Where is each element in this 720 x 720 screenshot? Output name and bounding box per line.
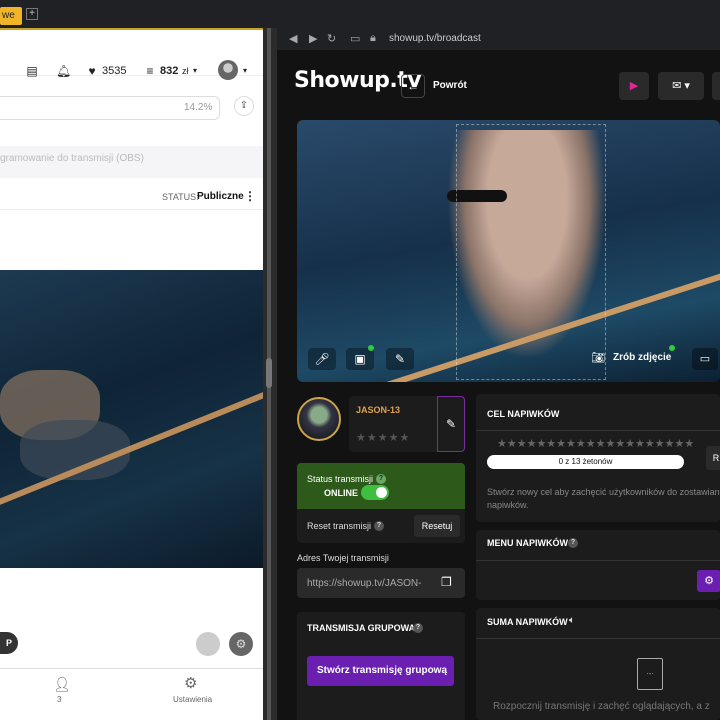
active-indicator [368, 345, 374, 351]
browser-topbar [0, 0, 720, 28]
gear-icon[interactable]: ⚙ [229, 632, 253, 656]
tips-menu-settings-icon[interactable]: ⚙ [697, 570, 720, 592]
tips-menu-title: MENU NAPIWKÓW [487, 538, 568, 548]
tips-goal-title: CEL NAPIWKÓW [487, 409, 560, 419]
divider [476, 430, 720, 431]
tips-goal-description: Stwórz nowy cel aby zachęcić użytkownikó… [487, 487, 720, 510]
reload-icon[interactable]: ↻ [327, 32, 336, 45]
avatar-chevron-icon[interactable]: ▾ [243, 66, 247, 75]
profile-rating: ★★★★★ [356, 432, 411, 444]
back-label[interactable]: Powrót [433, 80, 467, 91]
online-label: ONLINE [324, 488, 359, 498]
share-icon[interactable]: ⇪ [234, 96, 254, 116]
browser-tab[interactable]: we [0, 7, 22, 25]
avatar[interactable] [218, 60, 238, 80]
viewers-count: 3 [57, 695, 62, 704]
user-icon[interactable]: 👤︎ [53, 676, 71, 693]
url-percent: 14.2% [184, 102, 213, 113]
back-arrow-icon[interactable]: ← [401, 74, 425, 98]
stream-status-title: Status transmisji [307, 474, 374, 484]
status-value: Publiczne [197, 191, 244, 202]
reset-button[interactable]: Resetuj [414, 515, 460, 537]
reset-label: Reset transmisji [307, 521, 372, 531]
camera-icon[interactable]: ▭ [350, 32, 360, 45]
window-splitter[interactable] [263, 28, 277, 720]
right-url-bar [277, 28, 720, 50]
play-icon[interactable]: ▶ [619, 72, 649, 100]
tips-goal-stars: ★★★★★★★★★★★★★★★★★★★★ [497, 438, 695, 450]
help-icon[interactable]: ? [374, 521, 384, 531]
create-group-stream-button[interactable]: Stwórz transmisję grupową [307, 656, 454, 686]
bell-icon[interactable]: 🔔︎ [56, 64, 71, 78]
copy-icon[interactable]: ❐ [441, 575, 452, 589]
tips-sum-empty-text: Rozpocznij transmisję i zachęć oglądając… [493, 701, 710, 712]
divider [476, 638, 720, 639]
camera-snapshot-icon[interactable]: 📷︎ [591, 351, 605, 364]
pip-icon[interactable]: ▭ [692, 348, 718, 370]
chat-icon[interactable]: ▤ [25, 64, 39, 78]
speaker-icon[interactable]: 🔈︎ [569, 615, 575, 626]
chevron-down-icon[interactable]: ▾ [193, 66, 197, 75]
next-panel-edge [297, 708, 465, 720]
divider [476, 560, 720, 561]
address-label: Adres Twojej transmisji [297, 553, 389, 563]
coins-count[interactable]: 832 [160, 65, 178, 77]
stream-video [297, 120, 720, 382]
empty-document-icon: ·-· [637, 658, 663, 690]
settings-icon[interactable]: ⚙ [184, 674, 197, 692]
address-bar[interactable]: showup.tv/broadcast [389, 33, 481, 44]
new-tab-button[interactable]: + [26, 8, 38, 20]
back-nav-icon[interactable]: ◀ [289, 32, 297, 45]
lock-icon: 🔒︎ [370, 32, 376, 44]
microphone-icon[interactable]: 🎤︎ [308, 348, 336, 370]
profile-avatar[interactable] [297, 397, 341, 441]
mail-icon[interactable]: ✉ ▾ [658, 72, 704, 100]
settings-label[interactable]: Ustawienia [173, 695, 212, 704]
tips-progress-text: 0 z 13 żetonów [558, 457, 613, 466]
tips-side-button[interactable]: R [706, 446, 720, 470]
forward-nav-icon[interactable]: ▶ [309, 32, 317, 45]
edge-button[interactable] [712, 72, 720, 100]
left-bottom-nav [0, 668, 263, 720]
profile-name: JASON-13 [356, 405, 401, 415]
help-icon[interactable]: ? [376, 474, 386, 484]
coins-icon: ≡ [146, 64, 154, 78]
group-stream-title: TRANSMISJA GRUPOWA [307, 623, 416, 633]
address-value[interactable]: https://showup.tv/JASON- [307, 578, 422, 589]
left-stream-preview [0, 270, 263, 568]
help-icon[interactable]: ? [413, 623, 423, 633]
snapshot-indicator [669, 345, 675, 351]
status-label: STATUS: [162, 192, 199, 202]
online-toggle[interactable] [361, 485, 389, 500]
more-options-icon[interactable]: ⋮ [244, 189, 256, 203]
obs-info-text: gramowanie do transmisji (OBS) [0, 153, 144, 164]
currency-label: zł [182, 66, 189, 76]
tips-sum-title: SUMA NAPIWKÓW [487, 617, 568, 627]
heart-icon: ♥ [88, 64, 96, 78]
brush-icon[interactable]: ✎ [386, 348, 414, 370]
tokens-count: 3535 [102, 65, 127, 77]
reaction-icon[interactable] [196, 632, 220, 656]
video-settings-icon[interactable]: ▣ [346, 348, 374, 370]
snapshot-label[interactable]: Zrób zdjęcie [613, 352, 671, 363]
help-icon[interactable]: ? [568, 538, 578, 548]
edit-pencil-icon[interactable]: ✎ [437, 396, 465, 452]
